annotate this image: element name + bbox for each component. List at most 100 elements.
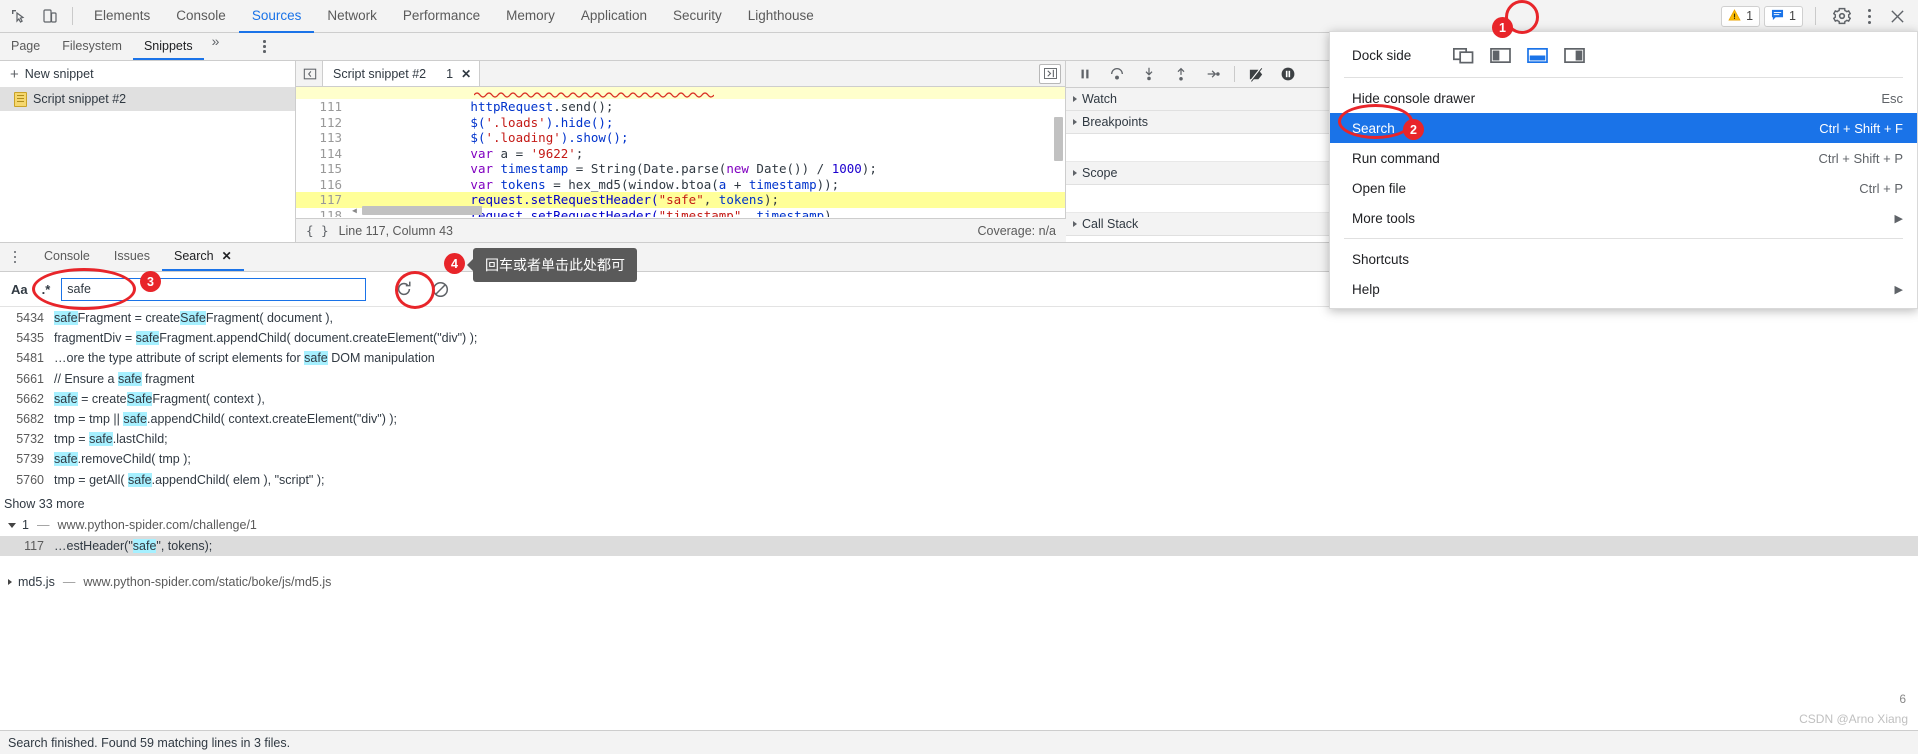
inspect-element-icon[interactable] [4,2,32,30]
nav-tab-snippets[interactable]: Snippets [132,33,204,60]
chevron-down-icon[interactable] [8,522,16,528]
popout-drawer-icon[interactable] [1039,63,1061,84]
code-line-number[interactable]: 115 [296,161,350,177]
menu-item-help[interactable]: Help ▶ [1330,274,1917,304]
code-line-number[interactable]: 116 [296,177,350,193]
collapse-sidebar-icon[interactable] [298,62,322,86]
warning-badge[interactable]: 1 [1721,5,1761,27]
pretty-print-icon[interactable]: { } [306,223,329,238]
search-result-row[interactable]: 117 …estHeader("safe", tokens); [0,535,1918,556]
editor-tab-close-icon[interactable]: ✕ [461,67,471,81]
menu-item-label: Search [1352,120,1395,136]
code-line-number[interactable]: 114 [296,146,350,162]
pause-icon[interactable] [1074,63,1096,85]
tab-memory[interactable]: Memory [493,0,568,33]
dock-left-icon[interactable] [1490,46,1512,65]
dock-bottom-icon[interactable] [1527,46,1549,65]
search-result-row[interactable]: 5739 safe.removeChild( tmp ); [0,449,1918,469]
menu-item-shortcuts[interactable]: Shortcuts [1330,244,1917,274]
code-line-number[interactable]: 111 [296,99,350,115]
search-file-header[interactable]: 1 — www.python-spider.com/challenge/1 [0,515,1918,536]
editor-horizontal-scrollbar[interactable]: ◀ [352,206,1052,215]
menu-item-search[interactable]: Search Ctrl + Shift + F [1330,113,1917,143]
menu-item-run-command[interactable]: Run command Ctrl + Shift + P [1330,143,1917,173]
drawer-tab-label: Console [44,249,90,263]
code-line[interactable]: 114 var a = '9622'; [296,146,1065,162]
device-toolbar-icon[interactable] [36,2,64,30]
drawer-tab-console[interactable]: Console [32,243,102,271]
clear-icon[interactable] [428,277,452,301]
search-result-row[interactable]: 5481 …ore the type attribute of script el… [0,348,1918,368]
drawer-tab-search[interactable]: Search ✕ [162,243,244,271]
refresh-icon[interactable] [392,277,416,301]
code-editor[interactable]: 111 httpRequest.send(); 112 $('.loads').h… [296,87,1065,217]
regex-toggle[interactable]: .* [39,282,54,297]
search-result-row[interactable]: 5434 safeFragment = createSafeFragment( d… [0,308,1918,328]
code-line-number[interactable]: 117 [296,192,350,208]
step-icon[interactable] [1202,63,1224,85]
search-input[interactable] [61,277,367,301]
search-result-row[interactable]: 5732 tmp = safe.lastChild; [0,429,1918,449]
editor-vertical-scrollbar[interactable] [1054,117,1063,161]
menu-item-hide-console-drawer[interactable]: Hide console drawer Esc [1330,83,1917,113]
chevron-double-right-icon[interactable]: » [204,33,228,60]
search-result-row[interactable]: 5662 safe = createSafeFragment( context )… [0,389,1918,409]
dock-side-options [1453,46,1586,65]
code-line[interactable]: 112 $('.loads').hide(); [296,115,1065,131]
code-line[interactable]: 116 var tokens = hex_md5(window.btoa(a +… [296,177,1065,193]
deactivate-breakpoints-icon[interactable] [1245,63,1267,85]
section-label: Scope [1082,166,1118,180]
step-out-icon[interactable] [1170,63,1192,85]
page-number: 6 [1899,692,1906,706]
new-snippet-button[interactable]: + New snippet [0,61,295,87]
code-line-number[interactable]: 113 [296,130,350,146]
search-result-row[interactable]: 5682 tmp = tmp || safe.appendChild( conte… [0,409,1918,429]
tab-elements[interactable]: Elements [81,0,163,33]
search-file-header[interactable]: md5.js — www.python-spider.com/static/boke… [0,572,1918,593]
drawer-more-options-icon[interactable] [4,246,26,268]
search-result-row[interactable]: 5435 fragmentDiv = safeFragment.appendChi… [0,328,1918,348]
chevron-right-icon[interactable] [8,579,12,586]
tab-network[interactable]: Network [314,0,390,33]
match-case-toggle[interactable]: Aa [8,282,31,297]
drawer-tab-issues[interactable]: Issues [102,243,162,271]
editor-tab-script-snippet-2[interactable]: Script snippet #2 1 ✕ [322,61,481,86]
nav-tab-page[interactable]: Page [0,33,51,60]
menu-item-more-tools[interactable]: More tools ▶ [1330,203,1917,233]
step-over-icon[interactable] [1106,63,1128,85]
message-badge[interactable]: 1 [1764,5,1803,27]
tab-sources[interactable]: Sources [238,0,315,33]
tab-security[interactable]: Security [660,0,735,33]
search-result-row[interactable]: 5661 // Ensure a safe fragment [0,369,1918,389]
code-line[interactable]: 115 var timestamp = String(Date.parse(ne… [296,161,1065,177]
chevron-right-icon [1073,170,1077,176]
tab-console[interactable]: Console [163,0,239,33]
code-line-number[interactable]: 118 [296,208,350,218]
code-line-number[interactable]: 112 [296,115,350,131]
snippet-item-script-snippet-2[interactable]: Script snippet #2 [0,87,295,111]
close-icon[interactable] [1882,3,1912,29]
result-line-text: tmp = getAll( safe.appendChild( elem ), … [54,472,325,487]
code-line[interactable]: 111 httpRequest.send(); [296,99,1065,115]
scroll-left-arrow-icon[interactable]: ◀ [352,206,357,215]
scrollbar-thumb[interactable] [362,206,482,215]
tab-application[interactable]: Application [568,0,660,33]
pause-on-exceptions-icon[interactable] [1277,63,1299,85]
kebab-menu-icon[interactable] [1856,3,1882,29]
gear-icon[interactable] [1828,2,1856,30]
tab-performance[interactable]: Performance [390,0,493,33]
search-results-list[interactable]: 5434 safeFragment = createSafeFragment( d… [0,308,1918,713]
search-result-row[interactable]: 5760 tmp = getAll( safe.appendChild( elem… [0,470,1918,490]
show-more-button[interactable]: Show 33 more [0,490,1918,515]
drawer-tab-close-icon[interactable]: ✕ [222,249,232,263]
step-into-icon[interactable] [1138,63,1160,85]
menu-divider-1 [1344,77,1903,78]
code-line[interactable]: 113 $('.loading').show(); [296,130,1065,146]
more-options-icon[interactable] [253,36,275,58]
menu-item-open-file[interactable]: Open file Ctrl + P [1330,173,1917,203]
cursor-position: Line 117, Column 43 [338,223,454,238]
tab-lighthouse[interactable]: Lighthouse [735,0,827,33]
undock-icon[interactable] [1453,46,1474,65]
nav-tab-filesystem[interactable]: Filesystem [51,33,133,60]
dock-right-icon[interactable] [1564,46,1586,65]
